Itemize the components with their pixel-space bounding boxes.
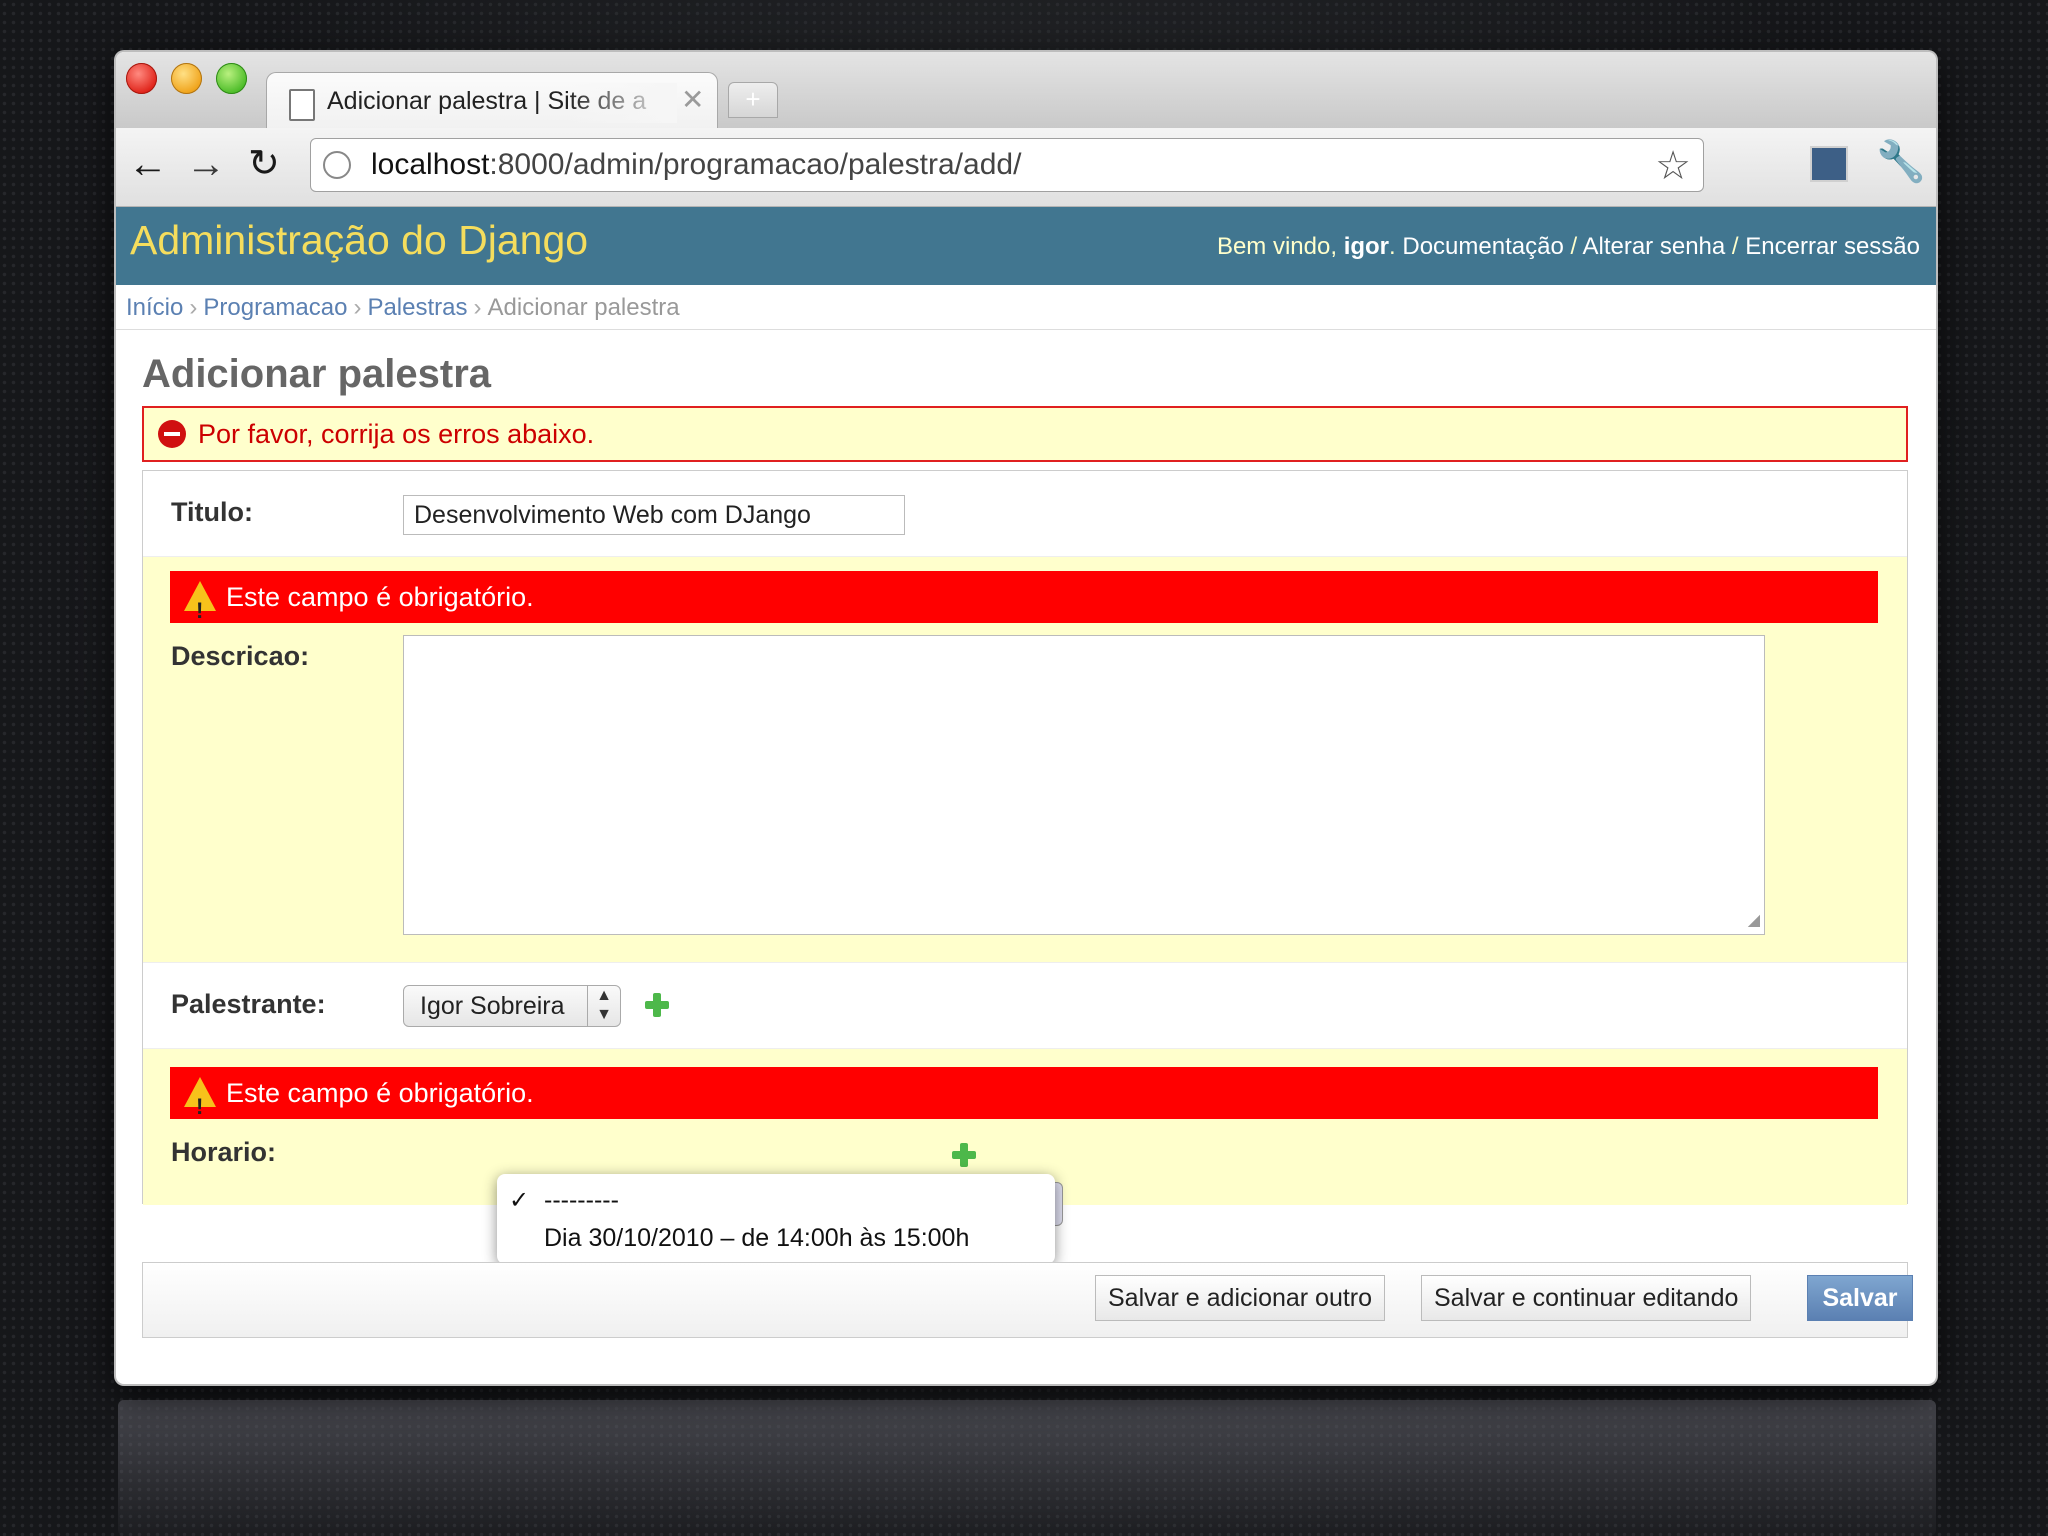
- documentation-link[interactable]: Documentação: [1402, 233, 1563, 260]
- welcome-period: .: [1389, 233, 1396, 260]
- user-tools-sep-2: /: [1725, 233, 1746, 260]
- user-tools: Bem vindo, igor. Documentação / Alterar …: [1217, 233, 1920, 261]
- breadcrumb-sep: ›: [189, 294, 198, 321]
- browser-tab[interactable]: Adicionar palestra | Site de a ✕: [266, 72, 718, 129]
- wrench-icon[interactable]: 🔧: [1876, 138, 1926, 185]
- descricao-error-text: Este campo é obrigatório.: [226, 582, 534, 612]
- user-tools-sep-1: /: [1563, 233, 1583, 260]
- new-tab-button[interactable]: +: [728, 82, 778, 118]
- zoom-window-button[interactable]: [216, 63, 247, 94]
- save-add-another-button[interactable]: Salvar e adicionar outro: [1095, 1275, 1386, 1321]
- select-arrows-icon: ▲ ▼: [587, 986, 620, 1026]
- error-icon: [158, 420, 186, 448]
- tab-close-icon[interactable]: ✕: [681, 83, 704, 116]
- checkmark-icon: ✓: [509, 1187, 530, 1214]
- browser-toolbar: ← → ↻ localhost:8000/admin/programacao/p…: [116, 128, 1936, 207]
- palestrante-select[interactable]: Igor Sobreira ▲ ▼: [403, 985, 621, 1027]
- horario-option-1[interactable]: Dia 30/10/2010 – de 14:00h às 15:00h: [544, 1224, 969, 1253]
- breadcrumb-sep: ›: [473, 294, 482, 321]
- breadcrumb-sep: ›: [353, 294, 362, 321]
- back-arrow-icon[interactable]: ←: [128, 144, 168, 184]
- page-title: Adicionar palestra: [142, 352, 492, 396]
- palestrante-selected: Igor Sobreira: [420, 992, 565, 1020]
- address-bar[interactable]: localhost:8000/admin/programacao/palestr…: [310, 138, 1704, 192]
- titulo-label: Titulo:: [171, 497, 253, 527]
- tab-title-fade: [567, 83, 677, 123]
- logout-link[interactable]: Encerrar sessão: [1745, 233, 1920, 260]
- error-note-text: Por favor, corrija os erros abaixo.: [198, 419, 595, 449]
- breadcrumb-model[interactable]: Palestras: [367, 294, 467, 321]
- save-button[interactable]: Salvar: [1807, 1275, 1913, 1321]
- reload-icon[interactable]: ↻: [248, 144, 280, 184]
- horario-label: Horario:: [171, 1137, 277, 1167]
- url-host: localhost: [371, 148, 490, 181]
- url-text[interactable]: localhost:8000/admin/programacao/palestr…: [371, 148, 1021, 182]
- add-palestrante-icon[interactable]: [645, 993, 669, 1017]
- horario-option-empty[interactable]: ---------: [544, 1186, 619, 1215]
- breadcrumb: Início › Programacao › Palestras › Adicionar p…: [116, 285, 1936, 330]
- window-reflection: [118, 1400, 1936, 1536]
- warning-icon: [184, 1077, 216, 1133]
- breadcrumb-app[interactable]: Programacao: [203, 294, 347, 321]
- titulo-input[interactable]: [403, 495, 905, 535]
- descricao-label: Descricao:: [171, 641, 310, 671]
- globe-icon: [323, 151, 351, 179]
- resize-grip-icon[interactable]: ◢: [1748, 910, 1760, 930]
- forward-arrow-icon[interactable]: →: [186, 144, 226, 184]
- form-fieldset: Titulo: Este campo é obrigatório. Descri…: [142, 470, 1908, 1205]
- site-brand[interactable]: Administração do Django: [130, 217, 588, 264]
- breadcrumb-home[interactable]: Início: [126, 294, 183, 321]
- username: igor: [1343, 233, 1390, 260]
- breadcrumb-current: Adicionar palestra: [487, 294, 680, 321]
- error-note: Por favor, corrija os erros abaixo.: [142, 406, 1908, 462]
- save-continue-button[interactable]: Salvar e continuar editando: [1421, 1275, 1752, 1321]
- welcome-text: Bem vindo,: [1216, 233, 1344, 260]
- django-header: Administração do Django Bem vindo, igor.…: [116, 207, 1936, 285]
- extension-icon[interactable]: [1810, 146, 1848, 182]
- horario-error-text: Este campo é obrigatório.: [226, 1078, 534, 1108]
- descricao-error: Este campo é obrigatório.: [170, 571, 1878, 637]
- horario-error: Este campo é obrigatório.: [170, 1067, 1878, 1133]
- form-row-descricao: Este campo é obrigatório. Descricao: ◢: [143, 557, 1907, 963]
- browser-window: Adicionar palestra | Site de a ✕ + ← → ↻…: [116, 52, 1936, 1384]
- bookmark-star-icon[interactable]: ☆: [1655, 143, 1691, 189]
- form-row-palestrante: Palestrante: Igor Sobreira ▲ ▼: [143, 963, 1907, 1049]
- submit-row: Salvar e adicionar outro Salvar e contin…: [142, 1262, 1913, 1338]
- add-horario-icon[interactable]: [952, 1143, 976, 1167]
- close-window-button[interactable]: [126, 63, 157, 94]
- warning-icon: [184, 581, 216, 637]
- url-path: :8000/admin/programacao/palestra/add/: [489, 148, 1022, 181]
- minimize-window-button[interactable]: [171, 63, 202, 94]
- form-row-titulo: Titulo:: [143, 471, 1907, 557]
- change-password-link[interactable]: Alterar senha: [1582, 233, 1725, 260]
- descricao-textarea[interactable]: ◢: [403, 635, 1765, 935]
- page-icon: [289, 89, 315, 121]
- horario-dropdown: ✓ --------- Dia 30/10/2010 – de 14:00h à…: [497, 1174, 1055, 1264]
- palestrante-label: Palestrante:: [171, 989, 326, 1019]
- tab-strip: Adicionar palestra | Site de a ✕ +: [116, 52, 1936, 129]
